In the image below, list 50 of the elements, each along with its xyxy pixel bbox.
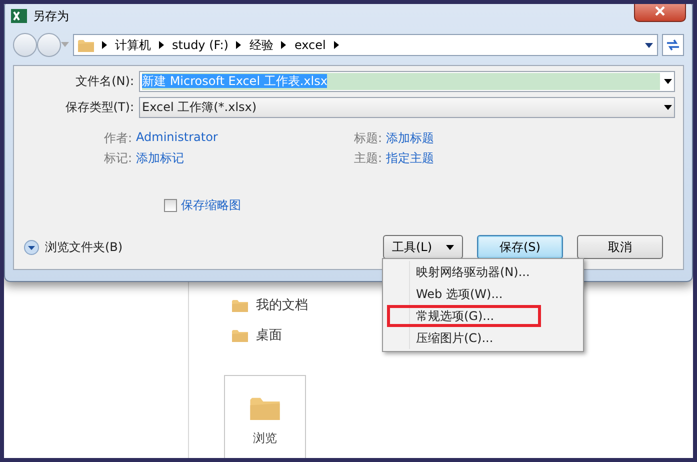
browse-tile[interactable]: 浏览	[224, 375, 306, 458]
refresh-icon	[666, 39, 680, 51]
meta-link[interactable]: 添加标记	[136, 150, 184, 167]
expand-icon	[24, 240, 39, 254]
meta-label: 标记:	[104, 150, 132, 167]
cancel-button[interactable]: 取消	[577, 235, 663, 259]
field-label: 保存类型(T):	[64, 99, 135, 116]
menu-item[interactable]: Web 选项(W)...	[383, 283, 583, 305]
window-title: 另存为	[33, 8, 70, 24]
caret-icon	[664, 79, 672, 84]
breadcrumb[interactable]: study (F:)	[172, 38, 228, 52]
place-link[interactable]: 我的文档	[256, 296, 308, 314]
meta-link[interactable]: Administrator	[136, 130, 218, 147]
close-button[interactable]	[634, 4, 686, 22]
close-icon	[655, 6, 665, 16]
breadcrumb[interactable]: 计算机	[115, 36, 151, 54]
file-type-dropdown[interactable]: Excel 工作簿(*.xlsx)	[139, 97, 675, 118]
menu-item[interactable]: 映射网络驱动器(N)...	[383, 261, 583, 283]
chevron-icon	[102, 41, 107, 49]
caret-icon	[664, 105, 672, 110]
caret-icon	[61, 42, 69, 48]
place-link[interactable]: 桌面	[256, 326, 282, 344]
chevron-icon	[334, 41, 339, 49]
chevron-icon	[236, 41, 242, 49]
refresh-button[interactable]	[662, 34, 684, 56]
caret-icon	[446, 244, 454, 250]
browse-folders-toggle[interactable]: 浏览文件夹(B)	[24, 238, 123, 256]
meta-label: 作者:	[104, 130, 132, 147]
field-label: 文件名(N):	[74, 73, 135, 90]
folder-icon	[78, 38, 94, 52]
breadcrumb[interactable]: 经验	[249, 36, 274, 54]
checkbox-label[interactable]: 保存缩略图	[181, 197, 241, 214]
meta-label: 主题:	[354, 150, 382, 167]
breadcrumb[interactable]: excel	[294, 38, 326, 52]
folder-icon	[250, 396, 280, 420]
chevron-icon	[281, 41, 286, 49]
meta-link[interactable]: 指定主题	[386, 150, 434, 167]
menu-item[interactable]: 压缩图片(C)...	[383, 327, 583, 349]
folder-icon	[232, 298, 248, 312]
spreadsheet-icon	[11, 8, 27, 24]
address-bar[interactable]: 计算机 study (F:) 经验 excel	[73, 34, 658, 56]
checkbox[interactable]	[164, 199, 177, 212]
folder-icon	[232, 328, 248, 342]
meta-label: 标题:	[354, 130, 382, 147]
caret-icon[interactable]	[645, 42, 653, 48]
chevron-icon	[159, 41, 164, 49]
tools-button[interactable]: 工具(L)	[383, 235, 463, 259]
meta-link[interactable]: 添加标题	[386, 130, 434, 147]
menu-item[interactable]: 常规选项(G)...	[387, 305, 541, 327]
save-button[interactable]: 保存(S)	[477, 235, 563, 259]
